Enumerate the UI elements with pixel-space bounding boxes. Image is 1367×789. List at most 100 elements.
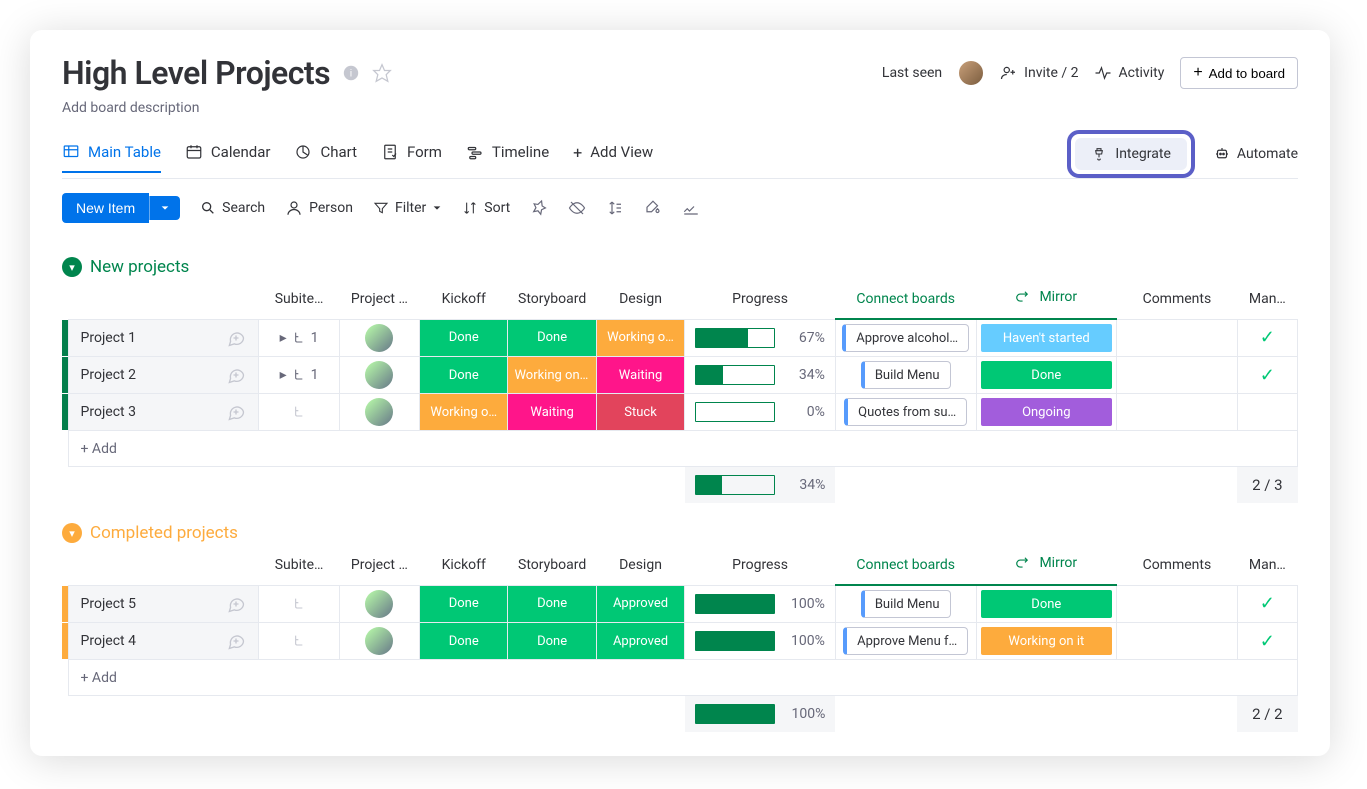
pin-icon[interactable] <box>530 199 548 217</box>
storyboard-status[interactable]: Working on it <box>508 357 596 394</box>
chat-icon[interactable] <box>226 328 246 348</box>
storyboard-status[interactable]: Done <box>508 623 596 660</box>
chat-icon[interactable] <box>226 631 246 651</box>
invite-button[interactable]: Invite / 2 <box>1000 64 1078 82</box>
new-item-dropdown[interactable] <box>149 196 180 220</box>
collapse-icon[interactable]: ▾ <box>62 257 82 277</box>
col-connect[interactable]: Connect boards <box>835 283 976 319</box>
owner-cell[interactable] <box>339 319 419 357</box>
chat-icon[interactable] <box>226 402 246 422</box>
expand-icon[interactable]: ▸ <box>280 367 287 383</box>
item-name-cell[interactable]: Project 4 <box>68 623 259 660</box>
chat-icon[interactable] <box>226 594 246 614</box>
col-design[interactable]: Design <box>596 549 684 585</box>
item-name-cell[interactable]: Project 5 <box>68 585 259 623</box>
chat-icon[interactable] <box>226 365 246 385</box>
mirror-cell[interactable]: Done <box>976 357 1117 394</box>
subitems-cell[interactable] <box>259 585 339 623</box>
manager-cell[interactable] <box>1237 394 1297 431</box>
whiteboard-icon[interactable] <box>682 199 700 217</box>
col-mirror[interactable]: Mirror <box>976 283 1117 319</box>
col-progress[interactable]: Progress <box>685 283 836 319</box>
view-form[interactable]: Form <box>381 137 442 171</box>
design-status[interactable]: Working o… <box>596 319 684 357</box>
comments-cell[interactable] <box>1117 585 1238 623</box>
owner-cell[interactable] <box>339 357 419 394</box>
last-seen-avatar[interactable] <box>958 60 984 86</box>
storyboard-status[interactable]: Waiting <box>508 394 596 431</box>
kickoff-status[interactable]: Done <box>420 623 508 660</box>
height-icon[interactable] <box>606 199 624 217</box>
col-comments[interactable]: Comments <box>1117 549 1238 585</box>
mirror-cell[interactable]: Done <box>976 585 1117 623</box>
collapse-icon[interactable]: ▾ <box>62 523 82 543</box>
subitems-cell[interactable] <box>259 623 339 660</box>
owner-cell[interactable] <box>339 585 419 623</box>
board-description[interactable]: Add board description <box>62 100 1298 116</box>
connect-cell[interactable]: Build Menu <box>835 585 976 623</box>
storyboard-status[interactable]: Done <box>508 585 596 623</box>
view-timeline[interactable]: Timeline <box>466 137 549 171</box>
col-subitems[interactable]: Subite… <box>259 283 339 319</box>
mirror-cell[interactable]: Working on it <box>976 623 1117 660</box>
comments-cell[interactable] <box>1117 394 1238 431</box>
mirror-cell[interactable]: Haven't started <box>976 319 1117 357</box>
subitems-cell[interactable]: ▸ 1 <box>259 319 339 357</box>
view-chart[interactable]: Chart <box>294 137 357 171</box>
search-button[interactable]: Search <box>200 200 265 216</box>
col-comments[interactable]: Comments <box>1117 283 1238 319</box>
add-to-board-button[interactable]: +Add to board <box>1180 57 1298 89</box>
manager-cell[interactable]: ✓ <box>1237 623 1297 660</box>
design-status[interactable]: Stuck <box>596 394 684 431</box>
add-item-row[interactable]: + Add <box>62 431 1298 467</box>
subitems-cell[interactable]: ▸ 1 <box>259 357 339 394</box>
storyboard-status[interactable]: Done <box>508 319 596 357</box>
col-storyboard[interactable]: Storyboard <box>508 549 596 585</box>
new-item-button[interactable]: New Item <box>62 193 149 223</box>
design-status[interactable]: Approved <box>596 585 684 623</box>
col-mirror[interactable]: Mirror <box>976 549 1117 585</box>
kickoff-status[interactable]: Done <box>420 357 508 394</box>
view-calendar[interactable]: Calendar <box>185 137 271 171</box>
col-subitems[interactable]: Subite… <box>259 549 339 585</box>
owner-cell[interactable] <box>339 623 419 660</box>
manager-cell[interactable]: ✓ <box>1237 357 1297 394</box>
connect-cell[interactable]: Approve Menu f… <box>835 623 976 660</box>
expand-icon[interactable]: ▸ <box>280 330 287 346</box>
info-icon[interactable]: i <box>342 64 360 82</box>
comments-cell[interactable] <box>1117 319 1238 357</box>
add-item-row[interactable]: + Add <box>62 660 1298 696</box>
connect-cell[interactable]: Quotes from su… <box>835 394 976 431</box>
mirror-cell[interactable]: Ongoing <box>976 394 1117 431</box>
color-icon[interactable] <box>644 199 662 217</box>
owner-cell[interactable] <box>339 394 419 431</box>
item-name-cell[interactable]: Project 3 <box>68 394 259 431</box>
filter-button[interactable]: Filter <box>373 200 442 216</box>
hide-icon[interactable] <box>568 199 586 217</box>
person-filter-button[interactable]: Person <box>285 199 353 217</box>
star-icon[interactable] <box>372 63 392 83</box>
kickoff-status[interactable]: Working o… <box>420 394 508 431</box>
item-name-cell[interactable]: Project 1 <box>68 319 259 357</box>
activity-button[interactable]: Activity <box>1094 64 1164 82</box>
col-design[interactable]: Design <box>596 283 684 319</box>
col-manager[interactable]: Man… <box>1237 283 1297 319</box>
group-header[interactable]: ▾ Completed projects <box>62 523 1298 543</box>
manager-cell[interactable]: ✓ <box>1237 585 1297 623</box>
automate-button[interactable]: Automate <box>1213 145 1298 163</box>
col-manager[interactable]: Man… <box>1237 549 1297 585</box>
col-connect[interactable]: Connect boards <box>835 549 976 585</box>
comments-cell[interactable] <box>1117 623 1238 660</box>
sort-button[interactable]: Sort <box>462 200 510 216</box>
connect-cell[interactable]: Build Menu <box>835 357 976 394</box>
col-storyboard[interactable]: Storyboard <box>508 283 596 319</box>
subitems-cell[interactable] <box>259 394 339 431</box>
design-status[interactable]: Waiting <box>596 357 684 394</box>
group-header[interactable]: ▾ New projects <box>62 257 1298 277</box>
item-name-cell[interactable]: Project 2 <box>68 357 259 394</box>
manager-cell[interactable]: ✓ <box>1237 319 1297 357</box>
col-owner[interactable]: Project … <box>339 549 419 585</box>
connect-cell[interactable]: Approve alcohol… <box>835 319 976 357</box>
view-main-table[interactable]: Main Table <box>62 137 161 173</box>
integrate-button[interactable]: Integrate <box>1075 138 1187 170</box>
